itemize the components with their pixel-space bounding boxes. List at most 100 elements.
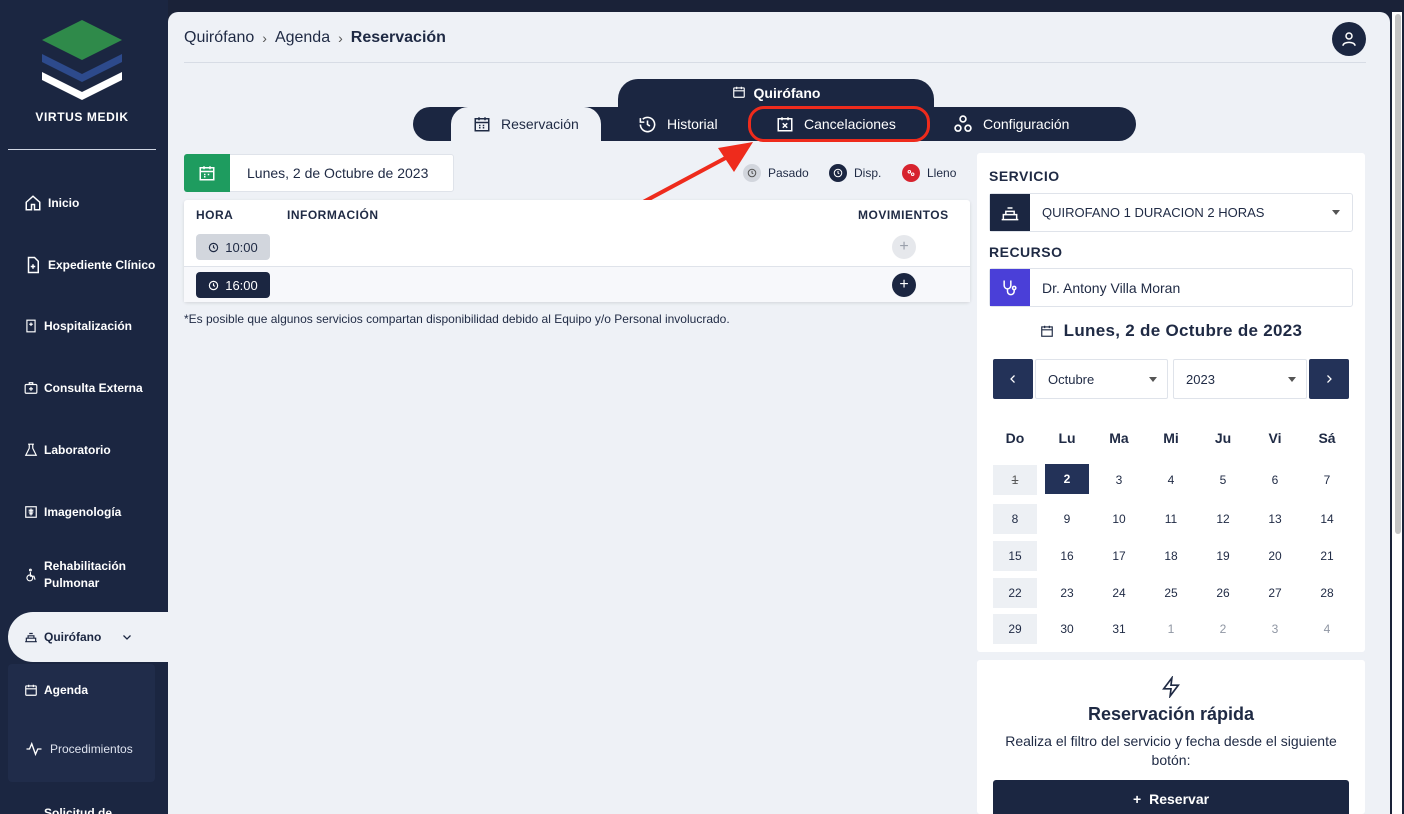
quirofano-submenu (8, 664, 155, 782)
calendar-day[interactable]: 3 (1253, 614, 1297, 644)
calendar-day[interactable]: 26 (1201, 578, 1245, 608)
time-slot-button[interactable]: 16:00 (196, 272, 270, 298)
calendar-title: Lunes, 2 de Octubre de 2023 (977, 321, 1365, 341)
quick-reservation-description: Realiza el filtro del servicio y fecha d… (1005, 733, 1337, 768)
breadcrumb-item[interactable]: Agenda (275, 29, 330, 47)
calendar-day[interactable]: 14 (1305, 504, 1349, 534)
sidebar-item-hospitalizacion[interactable]: Hospitalización (24, 319, 132, 333)
month-select[interactable]: Octubre (1035, 359, 1168, 399)
weekday-header: Vi (1268, 430, 1282, 446)
chevron-down-icon[interactable] (121, 631, 133, 643)
add-icon[interactable]: + (892, 273, 916, 297)
calendar-day[interactable]: 2 (1045, 464, 1089, 494)
sidebar-item-consulta[interactable]: Consulta Externa (24, 381, 143, 395)
calendar-day[interactable]: 22 (993, 578, 1037, 608)
calendar-day[interactable]: 11 (1149, 504, 1193, 534)
quick-reservation-title: Reservación rápida (1087, 704, 1255, 724)
stethoscope-icon (990, 269, 1030, 306)
sidebar-item-laboratorio[interactable]: Laboratorio (24, 443, 111, 457)
calendar-day[interactable]: 29 (993, 614, 1037, 644)
resource-value: Dr. Antony Villa Moran (1042, 279, 1181, 296)
year-select-value: 2023 (1186, 371, 1215, 387)
add-icon[interactable]: + (892, 235, 916, 259)
sidebar-item-quirofano[interactable]: Quirófano (8, 612, 176, 662)
weekday-header: Mi (1163, 430, 1179, 446)
clock-icon (209, 242, 219, 252)
sidebar: VIRTUS MEDIK Inicio Expediente Clínico H… (0, 0, 168, 814)
calendar-day[interactable]: 3 (1097, 465, 1141, 495)
scrollbar-thumb[interactable] (1395, 14, 1401, 534)
column-header: MOVIMIENTOS (858, 208, 949, 222)
service-select[interactable]: QUIROFANO 1 DURACION 2 HORAS (989, 193, 1353, 232)
calendar-day[interactable]: 6 (1253, 465, 1297, 495)
calendar-icon (25, 684, 37, 696)
calendar-day[interactable]: 31 (1097, 614, 1141, 644)
calendar-day[interactable]: 1 (993, 465, 1037, 495)
calendar-day[interactable]: 19 (1201, 541, 1245, 571)
calendar-day[interactable]: 20 (1253, 541, 1297, 571)
sidebar-item-solicitud[interactable]: Solicitud de (44, 806, 112, 814)
weekday-header: Do (1005, 430, 1025, 446)
hospital-icon (26, 319, 36, 333)
prev-month-button[interactable] (993, 359, 1033, 399)
sidebar-item-rehabilitacion[interactable]: Rehabilitación Pulmonar (24, 558, 134, 592)
calendar-day[interactable]: 12 (1201, 504, 1245, 534)
calendar-day[interactable]: 15 (993, 541, 1037, 571)
sidebar-item-inicio[interactable]: Inicio (24, 194, 79, 212)
legend-label: Lleno (927, 166, 957, 180)
calendar-day[interactable]: 10 (1097, 504, 1141, 534)
calendar-day[interactable]: 27 (1253, 578, 1297, 608)
operating-bed-icon (990, 194, 1030, 231)
resource-field[interactable]: Dr. Antony Villa Moran (989, 268, 1353, 307)
time-slot-button[interactable]: 10:00 (196, 234, 270, 260)
calendar-day[interactable]: 4 (1305, 614, 1349, 644)
schedule-date-text: Lunes, 2 de Octubre de 2023 (247, 165, 429, 181)
calendar-day[interactable]: 23 (1045, 578, 1089, 608)
calendar-day[interactable]: 1 (1149, 614, 1193, 644)
calendar-day[interactable]: 7 (1305, 465, 1349, 495)
user-avatar[interactable] (1332, 22, 1366, 56)
legend-pasado: Pasado (743, 164, 809, 182)
calendar-day[interactable]: 30 (1045, 614, 1089, 644)
breadcrumb-item[interactable]: Quirófano (184, 29, 254, 47)
weekday-header: Sá (1318, 430, 1336, 446)
sidebar-item-label: Imagenología (44, 505, 122, 519)
medkit-icon (24, 382, 38, 394)
calendar-icon (732, 86, 745, 98)
calendar-grid-icon (474, 117, 490, 132)
year-select[interactable]: 2023 (1173, 359, 1307, 399)
calendar-day[interactable]: 2 (1201, 614, 1245, 644)
clock-icon (829, 164, 847, 182)
calendar-day[interactable]: 4 (1149, 465, 1193, 495)
sidebar-item-imagenologia[interactable]: Imagenología (24, 505, 121, 519)
reserve-button[interactable]: + Reservar (993, 780, 1349, 814)
calendar-day[interactable]: 5 (1201, 465, 1245, 495)
weekday-header: Ma (1109, 430, 1129, 446)
clock-icon (743, 164, 761, 182)
main-content: Quirófano › Agenda › Reservación Quirófa… (168, 12, 1390, 814)
submenu-item-procedimientos[interactable]: Procedimientos (24, 740, 133, 758)
brand-name: VIRTUS MEDIK (35, 110, 129, 124)
calendar-day[interactable]: 8 (993, 504, 1037, 534)
resource-label: RECURSO (989, 244, 1063, 260)
calendar-day[interactable]: 24 (1097, 578, 1141, 608)
calendar-day[interactable]: 17 (1097, 541, 1141, 571)
calendar-icon (184, 154, 230, 192)
calendar-day[interactable]: 9 (1045, 504, 1089, 534)
calendar-day[interactable]: 25 (1149, 578, 1193, 608)
submenu-item-agenda[interactable]: Agenda (24, 683, 88, 697)
calendar-day[interactable]: 21 (1305, 541, 1349, 571)
sidebar-item-expediente[interactable]: Expediente Clínico (24, 256, 155, 274)
calendar-day[interactable]: 18 (1149, 541, 1193, 571)
legend-label: Disp. (854, 166, 882, 180)
file-plus-icon (27, 256, 39, 274)
calendar-day[interactable]: 16 (1045, 541, 1089, 571)
wheelchair-icon (26, 568, 36, 582)
calendar-day[interactable]: 13 (1253, 504, 1297, 534)
chevron-left-icon (1010, 375, 1015, 383)
module-title-text: Quirófano (753, 85, 821, 101)
next-month-button[interactable] (1309, 359, 1349, 399)
shapes-icon (954, 115, 972, 132)
calendar-day[interactable]: 28 (1305, 578, 1349, 608)
tab-configuracion[interactable]: Configuración (953, 107, 1069, 141)
